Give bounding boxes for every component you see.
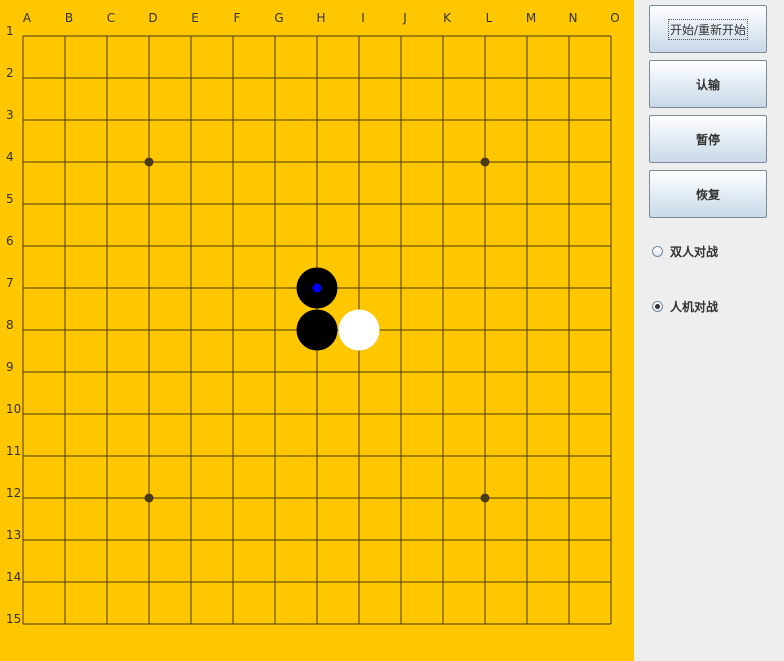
column-label: F bbox=[234, 11, 241, 25]
resume-label: 恢复 bbox=[695, 187, 720, 202]
row-label: 1 bbox=[6, 24, 14, 38]
star-point bbox=[144, 493, 154, 503]
row-label: 14 bbox=[6, 570, 21, 584]
column-label: K bbox=[443, 11, 452, 25]
row-label: 3 bbox=[6, 108, 14, 122]
row-label: 9 bbox=[6, 360, 14, 374]
last-move-marker bbox=[312, 283, 322, 293]
start-restart-button[interactable]: 开始/重新开始 bbox=[649, 5, 767, 53]
radio-circle-icon[interactable] bbox=[652, 246, 663, 257]
row-label: 6 bbox=[6, 234, 14, 248]
column-label: E bbox=[191, 11, 199, 25]
control-panel: 开始/重新开始 认输 暂停 恢复 双人对战 人机对战 bbox=[634, 0, 784, 661]
pause-button[interactable]: 暂停 bbox=[649, 115, 767, 163]
star-point bbox=[480, 157, 490, 167]
row-label: 8 bbox=[6, 318, 14, 332]
pause-label: 暂停 bbox=[695, 132, 720, 147]
column-label: O bbox=[610, 11, 619, 25]
row-label: 2 bbox=[6, 66, 14, 80]
column-label: M bbox=[526, 11, 536, 25]
board-grid[interactable]: ABCDEFGHIJKLMNO 123456789101112131415 bbox=[0, 0, 634, 661]
column-label: C bbox=[107, 11, 115, 25]
column-label: A bbox=[23, 11, 32, 25]
column-label: J bbox=[402, 11, 407, 25]
column-label: I bbox=[361, 11, 365, 25]
row-label: 11 bbox=[6, 444, 21, 458]
two-player-radio[interactable]: 双人对战 bbox=[652, 243, 718, 260]
column-label: N bbox=[569, 11, 578, 25]
row-label: 5 bbox=[6, 192, 14, 206]
vs-computer-label: 人机对战 bbox=[670, 300, 719, 314]
black-stone bbox=[296, 309, 338, 351]
radio-circle-icon[interactable] bbox=[652, 301, 663, 312]
row-label: 4 bbox=[6, 150, 14, 164]
column-label: G bbox=[274, 11, 283, 25]
gomoku-board[interactable]: ABCDEFGHIJKLMNO 1 2 3 4 5 6 7 8 9 10 11 12 13 14 15 bbox=[0, 0, 634, 661]
resume-button[interactable]: 恢复 bbox=[649, 170, 767, 218]
row-label: 10 bbox=[6, 402, 21, 416]
two-player-label: 双人对战 bbox=[670, 245, 719, 259]
white-stone bbox=[338, 309, 380, 351]
start-restart-label: 开始/重新开始 bbox=[667, 18, 749, 40]
row-label: 7 bbox=[6, 276, 14, 290]
column-label: L bbox=[486, 11, 493, 25]
row-label: 13 bbox=[6, 528, 21, 542]
vs-computer-radio[interactable]: 人机对战 bbox=[652, 298, 718, 315]
star-point bbox=[480, 493, 490, 503]
column-label: B bbox=[65, 11, 73, 25]
star-point bbox=[144, 157, 154, 167]
resign-label: 认输 bbox=[695, 77, 720, 92]
row-label: 12 bbox=[6, 486, 21, 500]
row-label: 15 bbox=[6, 612, 21, 626]
resign-button[interactable]: 认输 bbox=[649, 60, 767, 108]
column-label: D bbox=[148, 11, 157, 25]
column-label: H bbox=[316, 11, 325, 25]
